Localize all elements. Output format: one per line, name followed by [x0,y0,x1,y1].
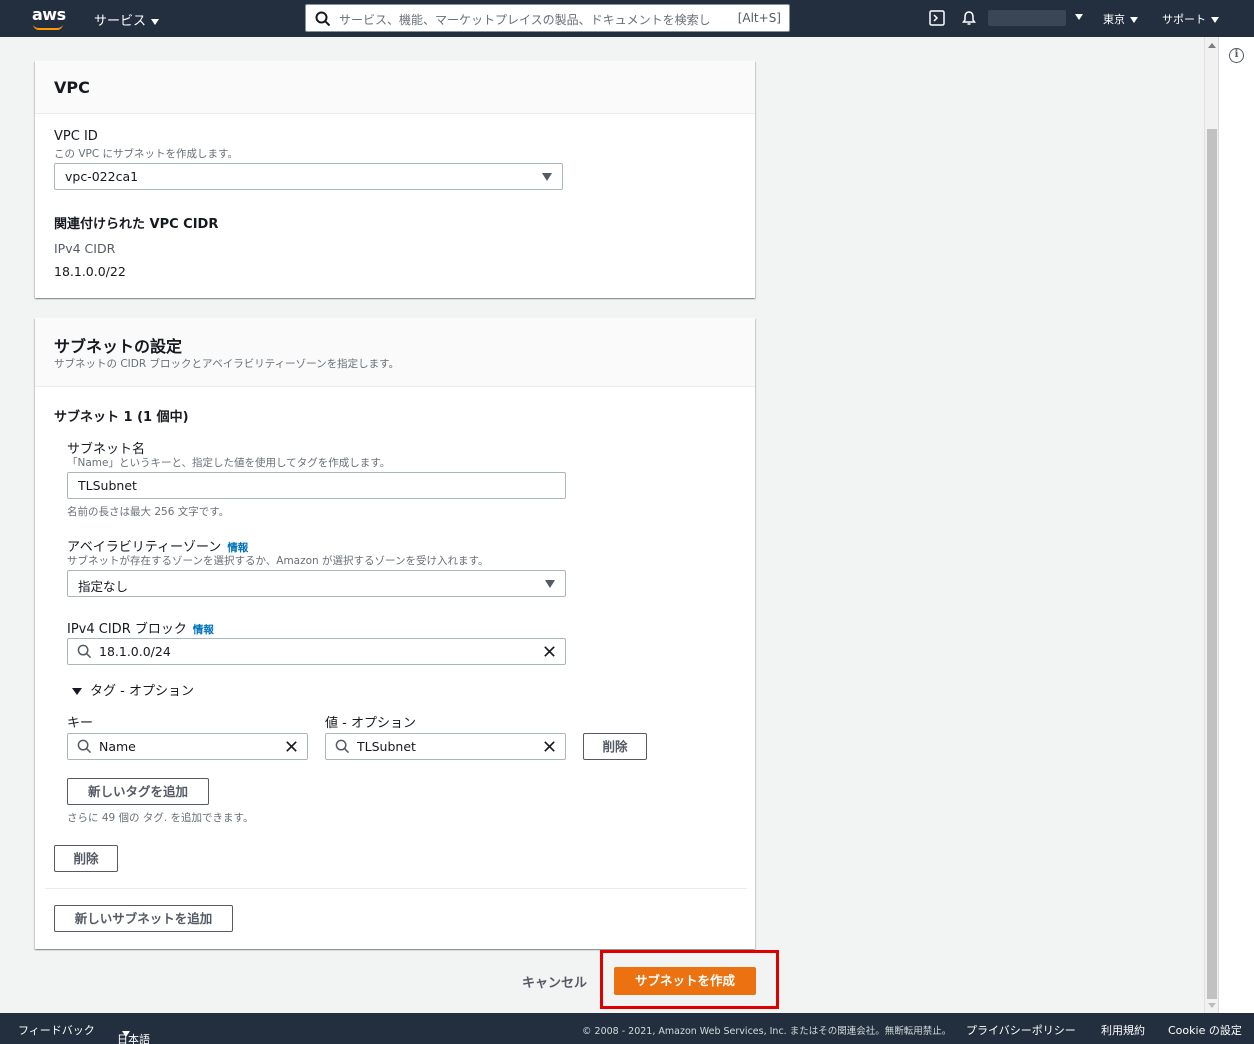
tag-value-input[interactable]: TLSubnet [325,733,566,760]
clear-icon[interactable] [542,739,557,754]
subnet-name-value: TLSubnet [78,478,137,493]
subnet-settings-card: サブネットの設定 サブネットの CIDR ブロックとアベイラビリティーゾーンを指… [35,318,755,949]
clear-icon[interactable] [542,644,557,659]
tag-value-value: TLSubnet [357,739,416,754]
tag-key-value: Name [99,739,136,754]
feedback-link[interactable]: フィードバック [18,1022,95,1038]
aws-smile-icon [33,24,63,30]
bell-icon[interactable] [961,10,977,26]
scroll-up-icon[interactable] [1208,43,1216,48]
account-menu-redacted[interactable] [988,10,1066,26]
vpc-card-header: VPC [35,61,755,114]
search-placeholder: サービス、機能、マーケットプレイスの製品、ドキュメントを検索し [339,13,711,27]
az-selected-value: 指定なし [78,579,129,594]
search-icon [315,11,331,27]
scroll-down-icon[interactable] [1208,1003,1216,1008]
vpc-card: VPC VPC ID この VPC にサブネットを作成します。 vpc-022c… [35,61,755,298]
region-label: 東京 [1103,13,1125,26]
ipv4-cidr-block-label: IPv4 CIDR ブロック [67,622,187,637]
subnet-name-input[interactable]: TLSubnet [67,472,566,499]
subnet-card-description: サブネットの CIDR ブロックとアベイラビリティーゾーンを指定します。 [54,358,400,370]
tags-toggle-label: タグ - オプション [90,684,194,699]
search-icon [77,739,92,754]
caret-down-icon [545,580,555,588]
search-icon [335,739,350,754]
add-tag-button[interactable]: 新しいタグを追加 [67,778,209,805]
main-content: VPC VPC ID この VPC にサブネットを作成します。 vpc-022c… [0,37,1204,1013]
subnet-card-title: サブネットの設定 [54,337,183,356]
search-shortcut: [Alt+S] [737,11,781,25]
ipv4-cidr-block-value: 18.1.0.0/24 [99,644,171,659]
cancel-button[interactable]: キャンセル [522,972,587,991]
info-icon[interactable]: i [1229,48,1244,63]
services-label: サービス [94,14,147,29]
tags-remaining-text: さらに 49 個の タグ. を追加できます。 [67,812,254,824]
az-description: サブネットが存在するゾーンを選択するか、Amazon が選択するゾーンを受け入れ… [67,555,489,567]
az-select[interactable]: 指定なし [67,570,566,597]
subnet-1-heading: サブネット 1 (1 個中) [54,410,189,425]
vpc-id-description: この VPC にサブネットを作成します。 [54,148,238,160]
subnet-name-description: 「Name」というキーと、指定した値を使用してタグを作成します。 [67,457,391,469]
region-selector[interactable]: 東京 [1103,11,1138,27]
tag-key-label: キー [67,716,94,731]
tag-key-input[interactable]: Name [67,733,308,760]
vpc-id-label: VPC ID [54,129,98,144]
top-navigation: aws サービス サービス、機能、マーケットプレイスの製品、ドキュメントを検索し… [0,0,1254,37]
chevron-down-icon [1211,17,1219,23]
subnet-name-hint: 名前の長さは最大 256 文字です。 [67,506,230,518]
privacy-link[interactable]: プライバシーポリシー [966,1022,1076,1038]
divider [45,888,747,889]
footer: フィードバック 日本語 © 2008 - 2021, Amazon Web Se… [0,1013,1254,1044]
support-menu[interactable]: サポート [1162,11,1219,27]
chevron-down-icon [151,18,160,25]
vpc-id-select[interactable]: vpc-022ca1 [54,163,563,190]
global-search-input[interactable]: サービス、機能、マーケットプレイスの製品、ドキュメントを検索し [Alt+S] [305,4,790,32]
create-subnet-button[interactable]: サブネットを作成 [614,967,756,995]
vpc-id-selected-value: vpc-022ca1 [65,169,139,184]
cloudshell-icon[interactable] [929,10,945,26]
cidr-info-link[interactable]: 情報 [193,624,214,636]
services-menu-button[interactable]: サービス [94,10,160,29]
search-icon [77,644,92,659]
add-subnet-button[interactable]: 新しいサブネットを追加 [54,905,233,932]
chevron-down-icon [1075,14,1083,20]
account-menu-caret[interactable] [1070,10,1083,23]
copyright-text: © 2008 - 2021, Amazon Web Services, Inc.… [582,1026,952,1037]
subnet-card-header: サブネットの設定 サブネットの CIDR ブロックとアベイラビリティーゾーンを指… [35,318,755,387]
ipv4-cidr-block-input[interactable]: 18.1.0.0/24 [67,638,566,665]
terms-link[interactable]: 利用規約 [1101,1022,1145,1038]
remove-subnet-button[interactable]: 削除 [54,845,118,872]
help-panel-rail: i [1218,37,1254,1013]
scrollbar-thumb[interactable] [1207,129,1217,999]
aws-logo[interactable]: aws [32,5,66,31]
ipv4-cidr-label: IPv4 CIDR [54,241,116,256]
main-scrollbar[interactable] [1204,37,1218,1013]
chevron-down-icon [122,1031,130,1037]
vpc-cidr-heading: 関連付けられた VPC CIDR [54,217,219,232]
clear-icon[interactable] [284,739,299,754]
cookie-settings-link[interactable]: Cookie の設定 [1168,1022,1242,1038]
tags-toggle[interactable]: タグ - オプション [72,680,194,699]
vpc-card-title: VPC [54,78,90,97]
aws-logo-text: aws [32,5,66,24]
ipv4-cidr-value: 18.1.0.0/22 [54,264,126,279]
caret-down-icon [72,688,82,695]
tag-value-label: 値 - オプション [325,716,416,731]
cidr-label-row: IPv4 CIDR ブロック 情報 [67,618,214,637]
chevron-down-icon [1130,17,1138,23]
remove-tag-button[interactable]: 削除 [583,733,647,760]
caret-down-icon [542,173,552,181]
support-label: サポート [1162,13,1206,26]
